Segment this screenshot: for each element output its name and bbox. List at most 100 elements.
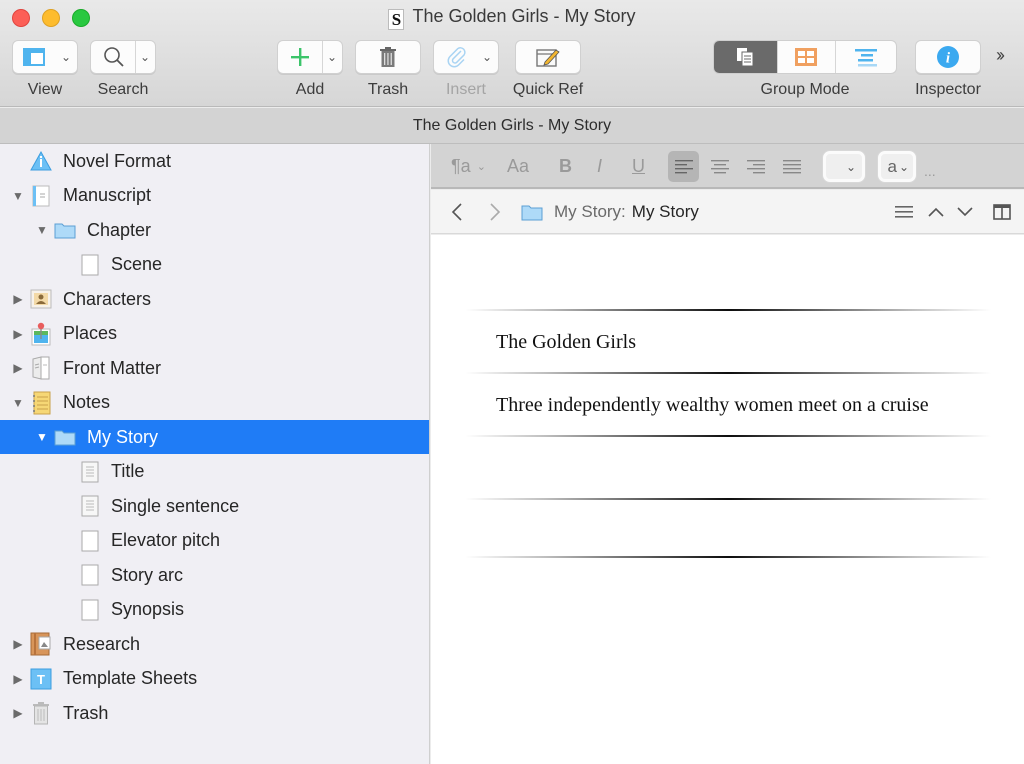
chevron-down-icon[interactable]: ⌄: [140, 50, 150, 64]
chevron-down-icon[interactable]: ⌄: [482, 50, 492, 64]
trash-button[interactable]: [355, 40, 421, 74]
view-label: View: [27, 81, 63, 98]
document-text-title[interactable]: The Golden Girls: [496, 331, 636, 354]
insert-tool[interactable]: ⌄ Insert: [433, 40, 499, 98]
item-list-button[interactable]: [895, 190, 913, 234]
binder-item-label: Chapter: [87, 219, 152, 240]
align-center-icon: [710, 159, 729, 173]
binder-item-synopsis[interactable]: Synopsis: [0, 593, 429, 627]
add-tool[interactable]: ⌄ Add: [277, 40, 343, 98]
view-button[interactable]: ⌄: [12, 40, 78, 74]
binder-item-elevator-pitch[interactable]: Elevator pitch: [0, 524, 429, 558]
chevron-up-icon: [928, 207, 944, 217]
binder-item-label: Synopsis: [111, 599, 185, 619]
highlight-value: a: [887, 156, 897, 176]
quick-ref-button[interactable]: [515, 40, 581, 74]
research-icon: [30, 632, 52, 656]
window-title-text: The Golden Girls - My Story: [412, 6, 636, 26]
editor-header-bar: My Story: My Story: [431, 190, 1024, 234]
blank-document-icon: [79, 599, 101, 621]
fonts-button[interactable]: Aa: [507, 144, 529, 189]
binder-item-manuscript[interactable]: ▼ Manuscript: [0, 179, 429, 213]
align-right-button[interactable]: [740, 151, 771, 182]
align-center-button[interactable]: [704, 151, 735, 182]
align-left-button[interactable]: [668, 151, 699, 182]
quick-ref-tool[interactable]: Quick Ref: [513, 40, 583, 98]
folder-icon: [54, 219, 76, 241]
italic-button[interactable]: I: [597, 144, 602, 189]
inspector-tool[interactable]: i Inspector: [915, 40, 981, 98]
paragraph-style-button[interactable]: ¶a ⌄: [451, 144, 486, 189]
binder-item-single-sentence[interactable]: Single sentence: [0, 489, 429, 523]
binder-item-label: Title: [111, 461, 145, 481]
path-title[interactable]: My Story: My Story: [554, 190, 699, 234]
line-spacing-select[interactable]: ⌄: [823, 151, 865, 182]
align-justify-icon: [782, 159, 801, 173]
disclosure-collapsed-icon[interactable]: ▶: [11, 327, 25, 341]
disclosure-expanded-icon[interactable]: ▼: [35, 430, 49, 444]
disclosure-expanded-icon[interactable]: ▼: [11, 189, 25, 203]
next-document-button[interactable]: [957, 190, 973, 234]
binder-sidebar: Novel Format ▼ Manuscript ▼ Chapter Scene ▶ Cha…: [0, 144, 430, 764]
align-justify-button[interactable]: [776, 151, 807, 182]
disclosure-collapsed-icon[interactable]: ▶: [11, 672, 25, 686]
binder-item-research[interactable]: ▶ Research: [0, 627, 429, 661]
split-editor-button[interactable]: [993, 190, 1011, 234]
scrivenings-mode-button[interactable]: [714, 41, 778, 73]
binder-item-characters[interactable]: ▶ Characters: [0, 282, 429, 316]
insert-button[interactable]: ⌄: [433, 40, 499, 74]
title-bar: S The Golden Girls - My Story ⌄ View ⌄ S…: [0, 0, 1024, 107]
group-mode-control[interactable]: [713, 40, 897, 74]
text-document-icon: [79, 461, 101, 483]
binder-item-template-sheets[interactable]: ▶ T Template Sheets: [0, 662, 429, 696]
disclosure-expanded-icon[interactable]: ▼: [35, 223, 49, 237]
previous-document-button[interactable]: [928, 190, 944, 234]
binder-item-story-arc[interactable]: Story arc: [0, 558, 429, 592]
scrivener-window: S The Golden Girls - My Story ⌄ View ⌄ S…: [0, 0, 1024, 764]
view-tool[interactable]: ⌄ View: [12, 40, 78, 98]
binder-item-trash[interactable]: ▶ Trash: [0, 696, 429, 730]
back-button[interactable]: [451, 190, 463, 234]
chevron-down-icon: ⌄: [898, 159, 909, 174]
binder-item-my-story[interactable]: ▼ My Story: [0, 420, 429, 454]
binder-item-scene[interactable]: Scene: [0, 248, 429, 282]
document-divider: [465, 435, 991, 437]
trash-tool[interactable]: Trash: [355, 40, 421, 98]
underline-button[interactable]: U: [632, 144, 645, 189]
binder-item-novel-format[interactable]: Novel Format: [0, 144, 429, 178]
outliner-mode-button[interactable]: [836, 41, 896, 73]
paragraph-style-icon: ¶a: [451, 156, 471, 176]
toolbar-overflow-button[interactable]: ››: [996, 45, 1005, 66]
corkboard-mode-button[interactable]: [778, 41, 837, 73]
search-button[interactable]: ⌄: [90, 40, 156, 74]
text-document-icon: [79, 495, 101, 517]
binder-item-front-matter[interactable]: ▶ Front Matter: [0, 351, 429, 385]
more-format-button[interactable]: ...: [924, 144, 936, 189]
chevron-down-icon[interactable]: ⌄: [327, 50, 337, 64]
trash-icon: [30, 702, 52, 725]
binder-item-places[interactable]: ▶ Places: [0, 317, 429, 351]
plus-icon: [291, 48, 309, 66]
disclosure-collapsed-icon[interactable]: ▶: [11, 706, 25, 720]
add-button[interactable]: ⌄: [277, 40, 343, 74]
binder-item-title[interactable]: Title: [0, 455, 429, 489]
forward-button[interactable]: [489, 190, 501, 234]
disclosure-expanded-icon[interactable]: ▼: [11, 396, 25, 410]
search-tool[interactable]: ⌄ Search: [90, 40, 156, 98]
disclosure-collapsed-icon[interactable]: ▶: [11, 361, 25, 375]
inspector-button[interactable]: i: [915, 40, 981, 74]
binder-item-notes[interactable]: ▼ Notes: [0, 386, 429, 420]
document-text-single-sentence[interactable]: Three independently wealthy women meet o…: [496, 394, 929, 417]
editor-scrivenings[interactable]: The Golden Girls Three independently wea…: [431, 235, 1024, 764]
binder-item-chapter[interactable]: ▼ Chapter: [0, 213, 429, 247]
disclosure-collapsed-icon[interactable]: ▶: [11, 637, 25, 651]
disclosure-collapsed-icon[interactable]: ▶: [11, 292, 25, 306]
binder-item-label: Notes: [63, 392, 111, 412]
binder-item-label: Single sentence: [111, 495, 240, 516]
fonts-icon: Aa: [507, 156, 530, 176]
highlight-select[interactable]: a ⌄: [878, 151, 916, 182]
folder-icon: [54, 426, 76, 448]
trash-icon: [380, 47, 396, 67]
bold-button[interactable]: B: [559, 144, 572, 189]
chevron-down-icon[interactable]: ⌄: [61, 50, 71, 64]
